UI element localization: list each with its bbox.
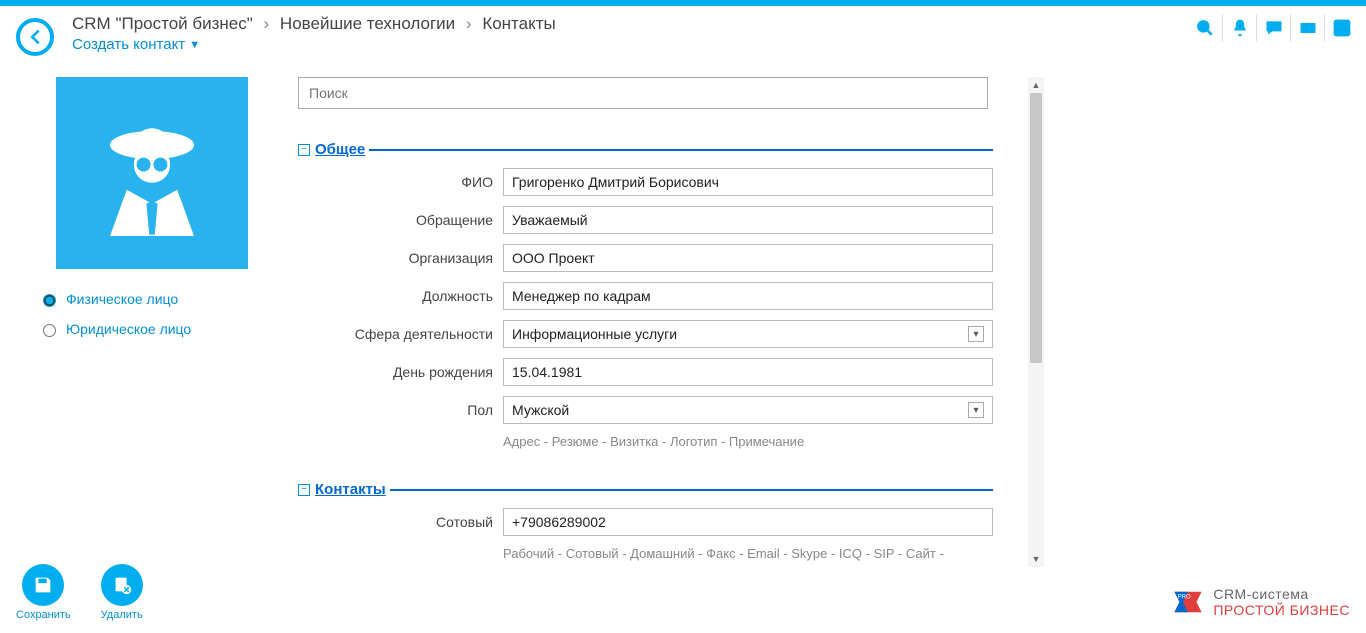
save-label: Сохранить bbox=[16, 609, 71, 621]
brand: PRO CRM-система ПРОСТОЙ БИЗНЕС bbox=[1171, 585, 1350, 619]
collapse-toggle[interactable]: − bbox=[298, 144, 310, 156]
bell-icon[interactable] bbox=[1222, 14, 1256, 42]
delete-label: Удалить bbox=[101, 609, 143, 621]
triangle-down-icon: ▼ bbox=[189, 39, 200, 51]
left-panel: Физическое лицо Юридическое лицо bbox=[18, 77, 298, 561]
input-position[interactable] bbox=[503, 282, 993, 310]
header: CRM "Простой бизнес" › Новейшие технолог… bbox=[0, 6, 1366, 57]
field-gender: Пол Мужской ▾ bbox=[298, 396, 993, 424]
field-fio: ФИО bbox=[298, 168, 993, 196]
label-sphere: Сфера деятельности bbox=[298, 326, 493, 342]
radio-legal-label: Юридическое лицо bbox=[66, 321, 191, 337]
field-salutation: Обращение bbox=[298, 206, 993, 234]
scroll-track[interactable] bbox=[1028, 93, 1044, 551]
chevron-right-icon: › bbox=[466, 14, 472, 33]
brand-text: CRM-система ПРОСТОЙ БИЗНЕС bbox=[1213, 586, 1350, 618]
brand-logo-icon: PRO bbox=[1171, 585, 1205, 619]
create-contact-label: Создать контакт bbox=[72, 36, 185, 53]
save-icon bbox=[32, 574, 54, 596]
radio-person-label: Физическое лицо bbox=[66, 291, 178, 307]
chevron-down-icon: ▾ bbox=[968, 326, 984, 342]
input-fio[interactable] bbox=[503, 168, 993, 196]
toolbar-icons bbox=[1188, 14, 1358, 42]
section-general: − Общее bbox=[298, 141, 993, 158]
vertical-scrollbar[interactable]: ▲ ▼ bbox=[1028, 77, 1044, 567]
breadcrumb: CRM "Простой бизнес" › Новейшие технолог… bbox=[72, 10, 1354, 34]
crumb-org[interactable]: Новейшие технологии bbox=[280, 14, 455, 33]
field-birthday: День рождения bbox=[298, 358, 993, 386]
section-contacts-title[interactable]: Контакты bbox=[315, 481, 386, 498]
crumb-root[interactable]: CRM "Простой бизнес" bbox=[72, 14, 253, 33]
label-mobile: Сотовый bbox=[298, 514, 493, 530]
input-salutation[interactable] bbox=[503, 206, 993, 234]
section-general-title[interactable]: Общее bbox=[315, 141, 365, 158]
brand-line1: CRM-система bbox=[1213, 586, 1350, 602]
scroll-up-icon[interactable]: ▲ bbox=[1028, 77, 1044, 93]
select-gender-value: Мужской bbox=[512, 402, 569, 418]
chat-icon[interactable] bbox=[1256, 14, 1290, 42]
svg-text:PRO: PRO bbox=[1178, 595, 1191, 601]
arrow-left-icon bbox=[24, 26, 46, 48]
spy-avatar-icon bbox=[82, 103, 222, 243]
scroll-down-icon[interactable]: ▼ bbox=[1028, 551, 1044, 567]
field-position: Должность bbox=[298, 282, 993, 310]
create-contact-dropdown[interactable]: Создать контакт ▼ bbox=[72, 36, 200, 53]
chevron-down-icon: ▾ bbox=[968, 402, 984, 418]
delete-button[interactable]: Удалить bbox=[101, 564, 143, 621]
search-icon[interactable] bbox=[1188, 14, 1222, 42]
general-extras[interactable]: Адрес - Резюме - Визитка - Логотип - При… bbox=[503, 434, 1018, 449]
radio-person-input[interactable] bbox=[43, 294, 56, 307]
bottom-actions: Сохранить Удалить bbox=[16, 564, 143, 621]
label-salutation: Обращение bbox=[298, 212, 493, 228]
label-gender: Пол bbox=[298, 402, 493, 418]
collapse-toggle[interactable]: − bbox=[298, 484, 310, 496]
save-button[interactable]: Сохранить bbox=[16, 564, 71, 621]
contacts-extras[interactable]: Рабочий - Сотовый - Домашний - Факс - Em… bbox=[503, 546, 1018, 561]
field-sphere: Сфера деятельности Информационные услуги… bbox=[298, 320, 993, 348]
radio-person[interactable]: Физическое лицо bbox=[38, 291, 298, 307]
radio-legal-input[interactable] bbox=[43, 324, 56, 337]
input-mobile[interactable] bbox=[503, 508, 993, 536]
crumb-current: Контакты bbox=[482, 14, 555, 33]
brand-line2: ПРОСТОЙ БИЗНЕС bbox=[1213, 602, 1350, 618]
section-contacts: − Контакты bbox=[298, 481, 993, 498]
entity-type-radio-group: Физическое лицо Юридическое лицо bbox=[38, 291, 298, 337]
label-birthday: День рождения bbox=[298, 364, 493, 380]
field-mobile: Сотовый bbox=[298, 508, 993, 536]
label-fio: ФИО bbox=[298, 174, 493, 190]
select-sphere[interactable]: Информационные услуги ▾ bbox=[503, 320, 993, 348]
label-position: Должность bbox=[298, 288, 493, 304]
field-org: Организация bbox=[298, 244, 993, 272]
input-birthday[interactable] bbox=[503, 358, 993, 386]
form-panel: − Общее ФИО Обращение Организация Должно… bbox=[298, 77, 1018, 561]
radio-legal[interactable]: Юридическое лицо bbox=[38, 321, 298, 337]
input-org[interactable] bbox=[503, 244, 993, 272]
scroll-thumb[interactable] bbox=[1030, 93, 1042, 363]
search-input[interactable] bbox=[298, 77, 988, 109]
edit-icon[interactable] bbox=[1324, 14, 1358, 42]
label-org: Организация bbox=[298, 250, 493, 266]
main-content: Физическое лицо Юридическое лицо − Общее… bbox=[0, 57, 1366, 561]
select-gender[interactable]: Мужской ▾ bbox=[503, 396, 993, 424]
delete-icon bbox=[111, 574, 133, 596]
back-button[interactable] bbox=[16, 18, 54, 56]
avatar[interactable] bbox=[56, 77, 248, 269]
select-sphere-value: Информационные услуги bbox=[512, 326, 677, 342]
mail-icon[interactable] bbox=[1290, 14, 1324, 42]
chevron-right-icon: › bbox=[264, 14, 270, 33]
